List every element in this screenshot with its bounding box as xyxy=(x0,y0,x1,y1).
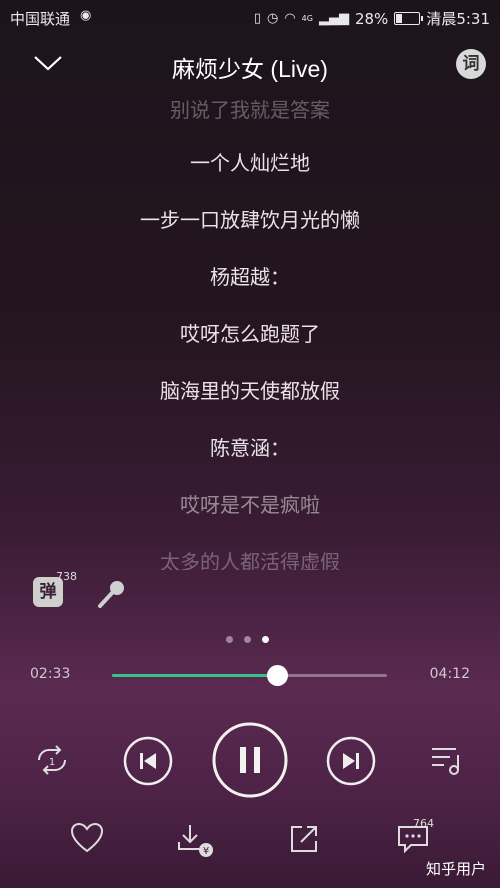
danmu-count: 738 xyxy=(56,570,77,583)
progress-knob[interactable] xyxy=(267,665,288,686)
previous-track-icon[interactable] xyxy=(123,736,173,786)
clock: 清晨5:31 xyxy=(426,10,490,28)
globe-icon: ◉ xyxy=(80,8,92,23)
vibrate-icon: ▯ xyxy=(253,11,261,26)
repeat-mode-number: 1 xyxy=(49,757,55,768)
lyric-line: 哎呀是不是疯啦 xyxy=(180,493,320,517)
page-dot-active[interactable] xyxy=(262,636,269,643)
alarm-icon: ◷ xyxy=(266,11,279,26)
lyric-line: 别说了我就是答案 xyxy=(170,98,330,122)
current-time: 02:33 xyxy=(30,666,71,682)
lyric-line: 陈意涵： xyxy=(210,436,290,460)
status-right: ▯ ◷ ◠ 4G ▂▄▆ 28% 清晨5:31 xyxy=(254,8,490,29)
lyric-line: 一个人灿烂地 xyxy=(190,151,310,175)
page-dot[interactable] xyxy=(226,636,233,643)
comment-count: 764 xyxy=(413,817,434,830)
song-title: 麻烦少女 (Live) xyxy=(172,56,328,82)
lyric-line: 脑海里的天使都放假 xyxy=(160,379,340,403)
progress-fill xyxy=(112,674,277,677)
signal-icon: ▂▄▆ xyxy=(318,11,349,26)
carrier-label: 中国联通 xyxy=(10,10,71,28)
player-header: 麻烦少女 (Live) 词 xyxy=(0,40,500,90)
lyrics-panel[interactable]: 别说了我就是答案 一个人灿烂地 一步一口放肆饮月光的懒 杨超越： 哎呀怎么跑题了… xyxy=(0,90,500,570)
watermark: 知乎用户 xyxy=(425,860,486,878)
progress-slider[interactable] xyxy=(112,665,387,686)
svg-text:¥: ¥ xyxy=(203,846,209,857)
status-bar: 中国联通 ◉ ▯ ◷ ◠ 4G ▂▄▆ 28% 清晨5:31 xyxy=(0,0,500,34)
total-time: 04:12 xyxy=(429,666,470,682)
battery-icon xyxy=(394,12,424,25)
microphone-icon[interactable] xyxy=(95,578,127,610)
pause-icon[interactable] xyxy=(212,722,288,798)
wifi-icon: ◠ xyxy=(284,11,296,26)
playlist-icon[interactable] xyxy=(430,745,464,775)
network-type-label: 4G xyxy=(301,14,313,23)
page-dot[interactable] xyxy=(244,636,251,643)
lyric-line: 哎呀怎么跑题了 xyxy=(180,322,320,346)
next-track-icon[interactable] xyxy=(326,736,376,786)
download-paid-icon[interactable]: ¥ xyxy=(176,822,216,860)
lyric-toggle-button[interactable]: 词 xyxy=(456,49,486,79)
lyric-line: 杨超越： xyxy=(210,265,290,289)
lyric-line: 一步一口放肆饮月光的懒 xyxy=(140,208,360,232)
share-icon[interactable] xyxy=(288,823,320,855)
lyric-line: 太多的人都活得虚假 xyxy=(160,550,340,570)
page-indicator xyxy=(226,636,269,643)
heart-icon[interactable] xyxy=(70,822,104,854)
repeat-one-icon[interactable]: 1 xyxy=(33,745,71,775)
battery-percent: 28% xyxy=(354,9,389,28)
